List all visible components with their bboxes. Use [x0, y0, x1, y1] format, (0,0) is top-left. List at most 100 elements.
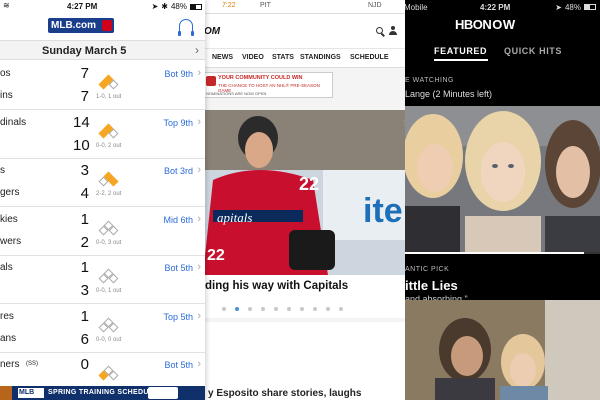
watch-progress-bar	[405, 252, 600, 254]
nav-schedule[interactable]: SCHEDULE	[350, 54, 389, 61]
home-team: ans	[0, 332, 17, 344]
ticker-team-pit: PIT	[260, 2, 271, 9]
chevron-right-icon[interactable]: ›	[197, 164, 201, 176]
featured-story-card[interactable]: itel apitals 22 22 ding his way with Cap…	[203, 110, 405, 318]
carousel-dot[interactable]	[313, 307, 317, 311]
hbo-now-app: Mobile 4:22 PM ➤ 48% HBONOW FEATURED QUI…	[400, 0, 600, 400]
game-row[interactable]: os 7 ins 7 Bot 9th › 1-0, 1 out	[0, 62, 205, 110]
ad-badge	[148, 387, 178, 399]
away-team: als	[0, 262, 13, 273]
bases-diagram	[96, 317, 122, 336]
battery-percent: 48%	[564, 2, 581, 12]
game-row[interactable]: als 1 3 Bot 5th › 0-0, 1 out	[0, 256, 205, 304]
mlb-topbar: MLB.com	[0, 14, 205, 38]
headphones-icon[interactable]	[178, 19, 194, 36]
carousel-dot[interactable]	[339, 307, 343, 311]
mlb-ad-banner[interactable]: MLB SPRING TRAINING SCHEDULE	[0, 386, 205, 400]
chevron-right-icon[interactable]: ›	[197, 213, 201, 225]
nav-standings[interactable]: STANDINGS	[300, 54, 341, 61]
count-outs: 0-0, 0 out	[96, 336, 122, 343]
ad-mlb-logo: MLB	[18, 388, 44, 398]
status-time: 4:27 PM	[67, 2, 98, 11]
carrier-label: Mobile	[404, 2, 428, 12]
carousel-dot[interactable]	[248, 307, 252, 311]
nhl-app: 7:22 PIT NJD OM NEWS VIDEO STATS STANDIN…	[200, 0, 405, 400]
chevron-right-icon[interactable]: ›	[197, 67, 201, 79]
chevron-right-icon[interactable]: ›	[195, 43, 199, 57]
bases-diagram	[96, 268, 122, 287]
count-outs: 0-0, 1 out	[96, 288, 122, 294]
svg-text:itel: itel	[363, 192, 405, 230]
carousel-dot[interactable]	[287, 307, 291, 311]
away-team: kies	[0, 213, 18, 225]
away-score: 1	[80, 307, 89, 325]
hockey-player-photo: itel apitals 22 22	[203, 110, 405, 275]
user-icon[interactable]	[389, 26, 397, 35]
search-icon[interactable]	[376, 27, 383, 34]
chevron-right-icon[interactable]: ›	[197, 116, 201, 128]
chevron-right-icon[interactable]: ›	[197, 358, 201, 370]
game-row[interactable]: dinals 14 10 Top 9th › 0-0, 2 out	[0, 110, 205, 159]
nav-stats[interactable]: STATS	[272, 54, 294, 61]
selected-date: Sunday March 5	[42, 45, 127, 57]
inning-status: Top 5th	[163, 311, 193, 322]
nhl-logo[interactable]: OM	[204, 26, 220, 37]
chevron-right-icon[interactable]: ›	[197, 310, 201, 322]
featured-headline[interactable]: ding his way with Capitals	[205, 280, 348, 292]
nav-video[interactable]: VIDEO	[242, 54, 264, 61]
mlb-logo-text: MLB.com	[51, 20, 96, 31]
inning-status: Bot 5th	[164, 263, 193, 273]
ad-headline: YOUR COMMUNITY COULD WIN	[218, 75, 303, 81]
game-row[interactable]: res 1 ans 6 Top 5th › 0-0, 0 out	[0, 304, 205, 353]
mlb-status-bar: ≋ 4:27 PM ➤ ✱ 48%	[0, 0, 205, 14]
away-score: 0	[80, 356, 89, 373]
game-row[interactable]: kies 1 wers 2 Mid 6th › 0-0, 3 out	[0, 207, 205, 256]
home-team: ins	[0, 90, 13, 101]
ad-text: SPRING TRAINING SCHEDULE	[48, 389, 159, 396]
carousel-dot[interactable]	[235, 307, 239, 311]
screenshot-collage: Mobile 4:22 PM ➤ 48% HBONOW FEATURED QUI…	[0, 0, 600, 400]
date-selector[interactable]: Sunday March 5 ›	[0, 40, 205, 60]
away-team: os	[0, 68, 11, 79]
game-row[interactable]: s 3 gers 4 Bot 3rd › 2-2, 2 out	[0, 159, 205, 207]
pick-title[interactable]: ittle Lies	[405, 278, 458, 293]
home-score: 6	[80, 330, 89, 348]
inning-status: Mid 6th	[163, 214, 193, 225]
story-headline[interactable]: y Esposito share stories, laughs	[208, 388, 361, 399]
away-score: 7	[80, 65, 89, 82]
away-score: 1	[80, 210, 89, 228]
continue-watching-title[interactable]: Lange (2 Minutes left)	[405, 89, 492, 99]
ad-footer: NOMINATIONS ARE NOW OPEN	[206, 91, 267, 96]
carousel-dot[interactable]	[261, 307, 265, 311]
community-ad-banner[interactable]: YOUR COMMUNITY COULD WIN THE CHANCE TO H…	[203, 72, 333, 98]
hbo-status-bar: Mobile 4:22 PM ➤ 48%	[400, 0, 600, 14]
nav-news[interactable]: NEWS	[212, 54, 233, 61]
status-time: 4:22 PM	[480, 2, 511, 12]
nhl-nav: NEWS VIDEO STATS STANDINGS SCHEDULE	[200, 48, 405, 68]
home-score: 4	[80, 185, 89, 202]
home-score: 3	[80, 282, 89, 299]
continue-watching-label: E WATCHING	[405, 77, 454, 84]
carousel-dot[interactable]	[274, 307, 278, 311]
featured-story-photo: itel apitals 22 22	[203, 110, 405, 275]
tab-quick-hits[interactable]: QUICK HITS	[504, 46, 562, 56]
mlb-app: ≋ 4:27 PM ➤ ✱ 48% MLB.com Sunday March 5…	[0, 0, 205, 400]
chevron-right-icon[interactable]: ›	[197, 261, 201, 273]
away-team: s	[0, 165, 5, 176]
logo-now: NOW	[482, 17, 516, 32]
feature-thumbnail[interactable]	[405, 300, 600, 400]
battery-icon	[584, 4, 596, 10]
count-outs: 2-2, 2 out	[96, 191, 122, 197]
carousel-next-icon[interactable]: ›	[403, 115, 405, 129]
score-ticker[interactable]: 7:22 PIT NJD	[200, 0, 405, 14]
away-team: dinals	[0, 116, 27, 128]
carousel-dot[interactable]	[222, 307, 226, 311]
tab-featured[interactable]: FEATURED	[434, 46, 487, 56]
carousel-dot[interactable]	[300, 307, 304, 311]
ticker-time: 7:22	[222, 2, 236, 9]
battery-percent: 48%	[170, 2, 187, 11]
away-team: res	[0, 310, 14, 322]
mlb-logo[interactable]: MLB.com	[48, 18, 114, 33]
continue-watching-thumbnail[interactable]	[405, 106, 600, 252]
carousel-dot[interactable]	[326, 307, 330, 311]
